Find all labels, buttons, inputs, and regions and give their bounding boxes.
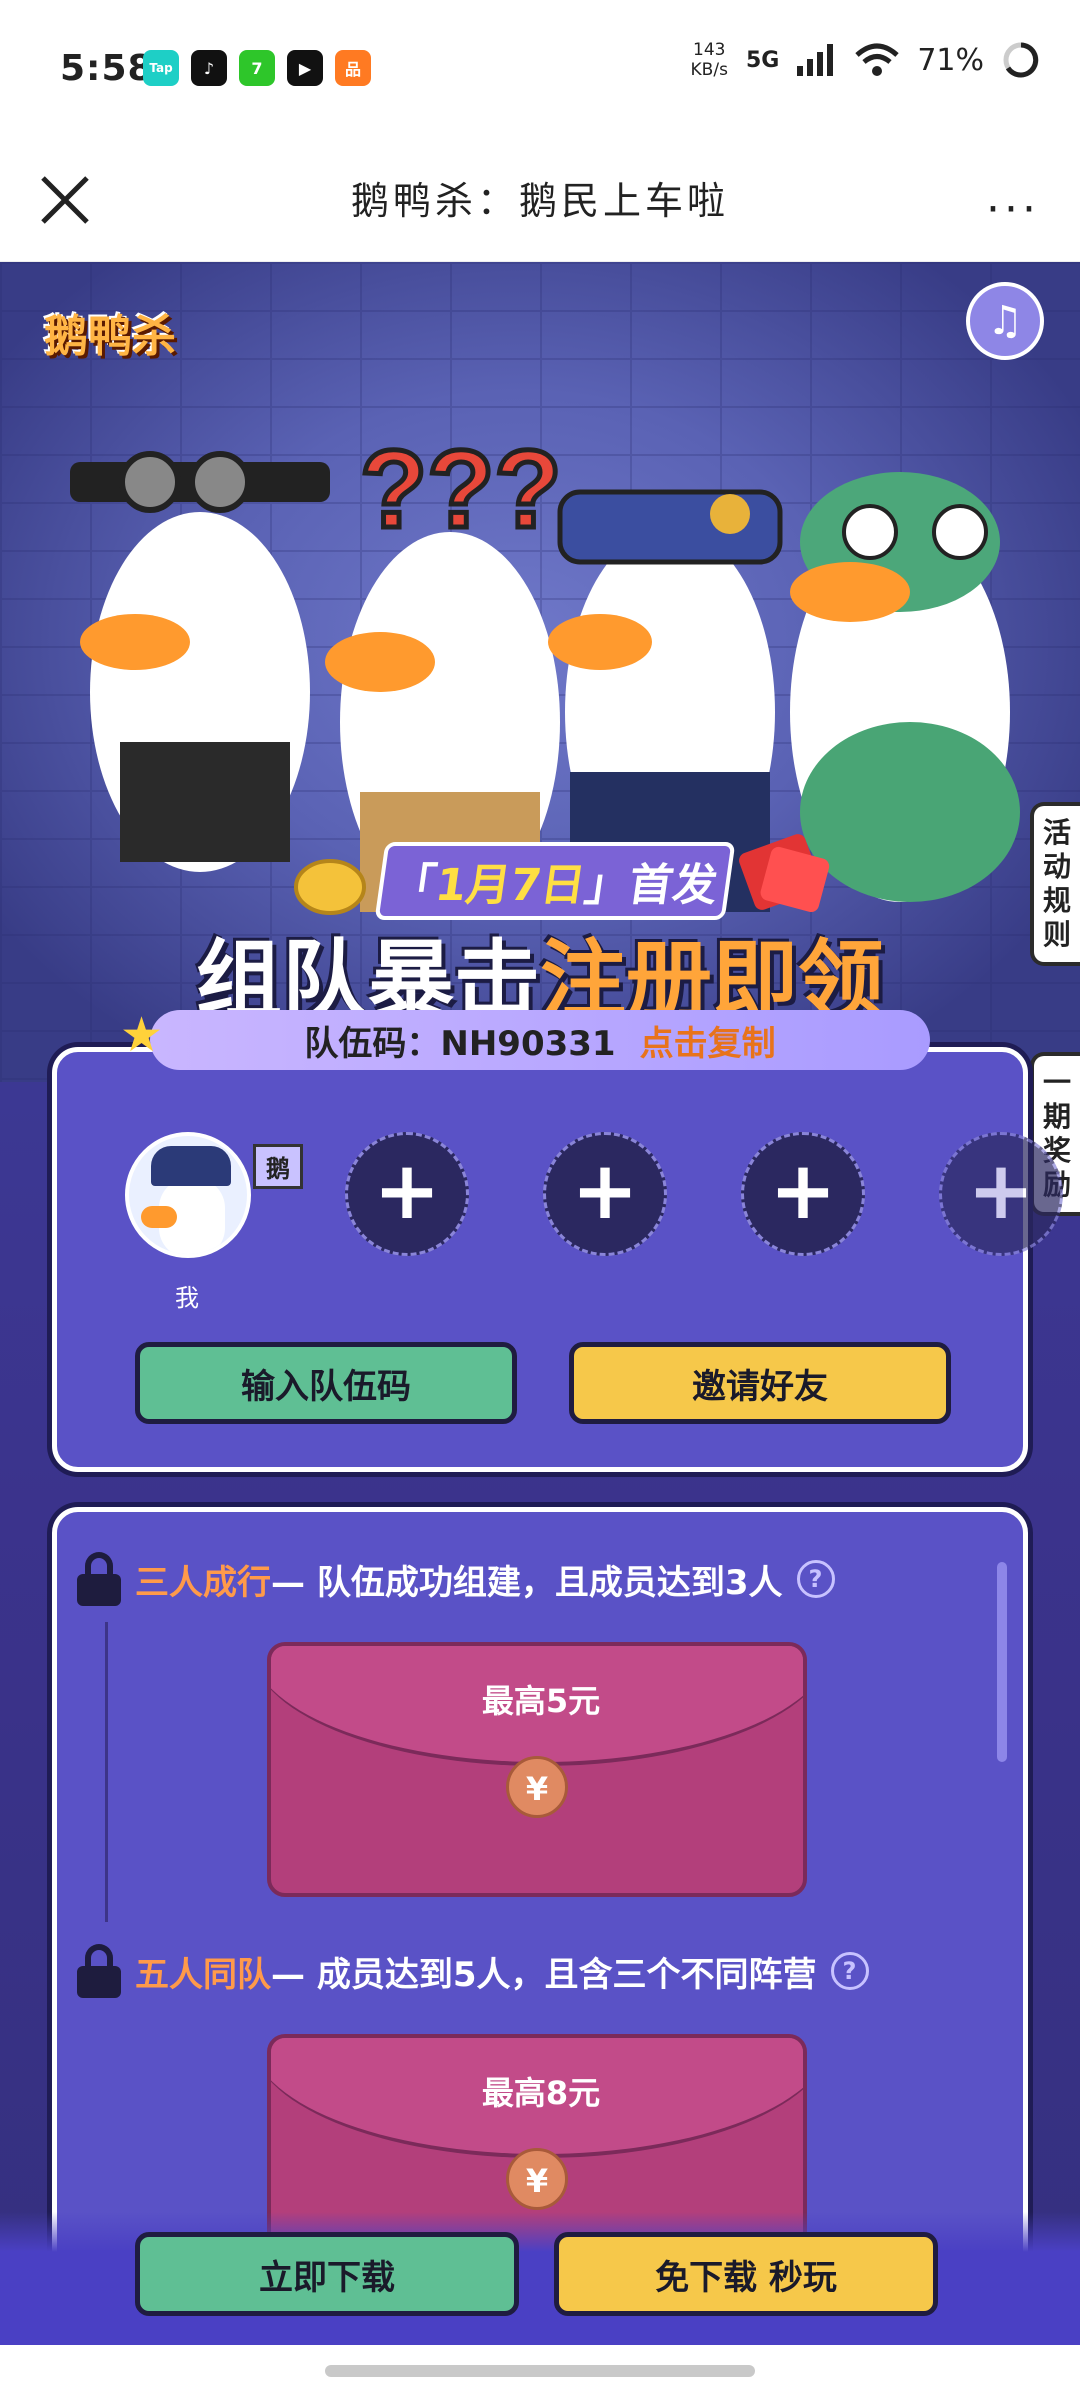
hero-banner: ??? 鹅鸭杀 ♫ 「 1月7日 」首发 组队暴击注册即领 — [0, 262, 1080, 1082]
team-code-bar: 队伍码：NH90331 点击复制 — [150, 1010, 930, 1070]
more-menu-button[interactable]: ··· — [986, 184, 1040, 235]
add-member-slot-4[interactable]: + — [939, 1132, 1063, 1256]
system-nav-bar — [0, 2345, 1080, 2400]
signal-icon — [797, 44, 834, 76]
home-gesture-handle[interactable] — [325, 2365, 755, 2377]
yuan-coin-icon: ¥ — [506, 2148, 568, 2210]
activity-rules-tab[interactable]: 活动规则 — [1030, 802, 1080, 966]
lock-icon — [77, 1552, 121, 1606]
speed-value: 143 — [693, 40, 726, 60]
invite-friends-button[interactable]: 邀请好友 — [569, 1342, 951, 1424]
battery-level: 71% — [917, 42, 984, 78]
red-envelope-card-1[interactable]: 最高5元 ¥ — [267, 1642, 807, 1897]
team-code-value: NH90331 — [440, 1023, 616, 1064]
help-icon[interactable]: ? — [830, 1952, 869, 1990]
camp-tag: 鹅 — [253, 1144, 303, 1189]
launch-date: 1月7日 — [432, 860, 589, 911]
status-time: 5:58 — [60, 48, 154, 89]
event-page: ??? 鹅鸭杀 ♫ 「 1月7日 」首发 组队暴击注册即领 活动规则 一期奖励 — [0, 262, 1080, 2345]
reward-amount: 最高5元 — [481, 1682, 601, 1720]
network-speed: 143 KB/s — [691, 40, 728, 80]
status-bar: 5:58 Tap ♪ 7 ▶ 品 143 KB/s 5G 71% — [0, 0, 1080, 140]
status-right: 143 KB/s 5G 71% — [691, 40, 1040, 80]
webview-titlebar: 鹅鸭杀：鹅民上车啦 ··· — [0, 140, 1080, 262]
wifi-icon — [855, 43, 899, 76]
reward-amount: 最高8元 — [481, 2074, 601, 2112]
launch-date-badge: 「 1月7日 」首发 — [374, 842, 736, 920]
speed-unit: KB/s — [690, 60, 728, 80]
reward-tier-2: 五人同队— 成员达到5人，且含三个不同阵营 ? — [77, 1944, 869, 1998]
add-member-slot-2[interactable]: + — [543, 1132, 667, 1256]
add-member-slot-3[interactable]: + — [741, 1132, 865, 1256]
bottom-action-bar: 立即下载 免下载 秒玩 — [0, 2212, 1080, 2345]
network-type: 5G — [745, 47, 780, 73]
copy-code-button[interactable]: 点击复制 — [640, 1016, 776, 1065]
page-title: 鹅鸭杀：鹅民上车啦 — [350, 179, 729, 223]
taptap-icon: Tap — [143, 50, 179, 86]
tier-name: 三人成行 — [135, 1562, 271, 1603]
add-member-slot-1[interactable]: + — [345, 1132, 469, 1256]
red-envelope-icon — [739, 834, 830, 913]
music-toggle-icon[interactable]: ♫ — [966, 282, 1044, 360]
reward-tier-1: 三人成行— 队伍成功组建，且成员达到3人 ? — [77, 1552, 835, 1606]
instant-play-button[interactable]: 免下载 秒玩 — [554, 2232, 938, 2316]
star-icon: ★ — [120, 1007, 164, 1063]
tiktok-icon: ♪ — [191, 50, 227, 86]
lock-icon — [77, 1944, 121, 1998]
my-avatar — [125, 1132, 251, 1258]
battery-ring-icon — [1003, 42, 1039, 78]
svg-text:???: ??? — [360, 428, 562, 551]
team-code-label: 队伍码：NH90331 — [304, 1023, 616, 1064]
yuan-coin-icon: ¥ — [506, 1756, 568, 1818]
rewards-scrollbar[interactable] — [997, 1562, 1007, 1762]
help-icon[interactable]: ? — [796, 1560, 835, 1598]
tier-description: — 队伍成功组建，且成员达到3人 — [271, 1562, 783, 1603]
app7-icon: 7 — [239, 50, 275, 86]
download-now-button[interactable]: 立即下载 — [135, 2232, 519, 2316]
progress-line — [105, 1622, 108, 1922]
my-label: 我 — [175, 1284, 199, 1312]
enter-team-code-button[interactable]: 输入队伍码 — [135, 1342, 517, 1424]
tier-description: — 成员达到5人，且含三个不同阵营 — [271, 1954, 817, 1995]
app-orange-icon: 品 — [335, 50, 371, 86]
notification-icons: Tap ♪ 7 ▶ 品 — [143, 50, 371, 86]
team-panel: 鹅 我 + + + + 输入队伍码 邀请好友 — [52, 1047, 1063, 1472]
date-suffix: 」首发 — [581, 860, 721, 911]
tier-name: 五人同队 — [135, 1954, 271, 1995]
game-logo: 鹅鸭杀 — [44, 311, 176, 362]
video-icon: ▶ — [287, 50, 323, 86]
